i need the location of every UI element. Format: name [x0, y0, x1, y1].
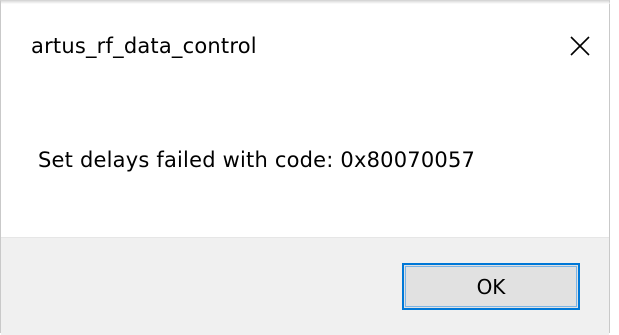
message-box-dialog: artus_rf_data_control Set delays failed …	[0, 0, 611, 335]
title-bar[interactable]: artus_rf_data_control	[1, 1, 609, 91]
ok-button[interactable]: OK	[402, 263, 580, 310]
error-message: Set delays failed with code: 0x80070057	[38, 148, 476, 172]
dialog-title: artus_rf_data_control	[31, 34, 257, 58]
button-footer: OK	[1, 237, 609, 335]
close-button[interactable]	[557, 23, 603, 69]
close-icon	[570, 36, 590, 56]
background-strip	[610, 0, 619, 335]
